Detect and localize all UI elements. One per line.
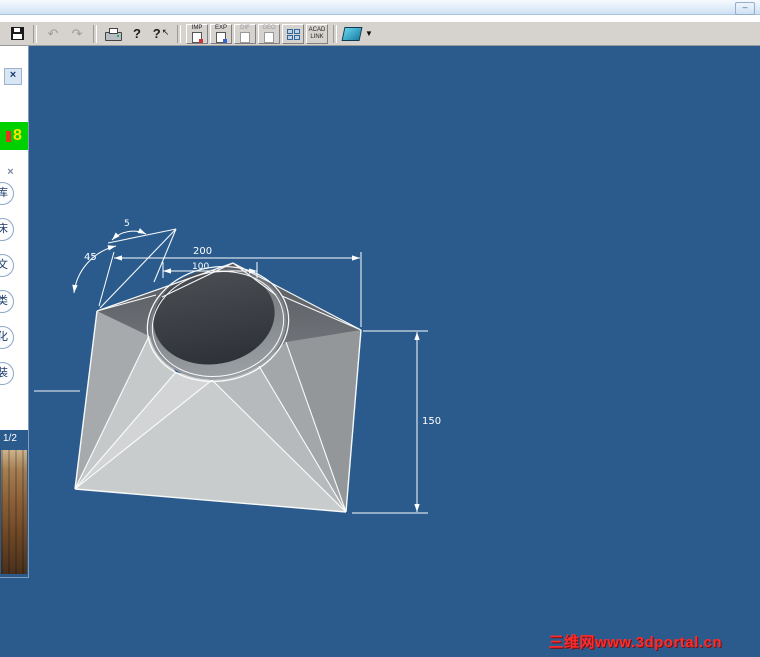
sidebar-item-category-2[interactable]: 床 bbox=[0, 218, 14, 241]
export-button[interactable]: EXP bbox=[210, 23, 232, 44]
dif-button: DIF bbox=[234, 23, 256, 44]
view-style-icon bbox=[341, 26, 363, 41]
page-indicator: 1/2 bbox=[3, 433, 17, 444]
close-icon[interactable]: × bbox=[4, 68, 22, 85]
undo-button: ↶ bbox=[42, 24, 64, 44]
print-button[interactable] bbox=[102, 24, 124, 44]
dim-angle: 45 bbox=[84, 252, 97, 263]
sidebar-item-category-4[interactable]: 类 bbox=[0, 290, 14, 313]
help-button[interactable]: ? bbox=[126, 24, 148, 44]
geo-button: GEO bbox=[258, 23, 280, 44]
acad-link-label2: LINK bbox=[310, 33, 324, 40]
application-window: – ↶ ↷ ? ? ↖ IMP EXP DIF GEO ACAD LINK ▼ … bbox=[0, 0, 760, 657]
panel-close-icon[interactable]: × bbox=[4, 166, 17, 179]
grid-icon bbox=[286, 28, 300, 40]
badge-number: 8 bbox=[13, 127, 22, 144]
dim-top-width: 200 bbox=[193, 246, 212, 257]
import-icon bbox=[192, 31, 203, 43]
toolbar-separator bbox=[33, 24, 37, 43]
cursor-arrow-icon: ↖ bbox=[161, 27, 170, 37]
undo-icon: ↶ bbox=[47, 26, 59, 41]
preview-thumbnail[interactable] bbox=[1, 450, 27, 574]
chevron-down-icon[interactable]: ▼ bbox=[365, 29, 373, 38]
left-sidebar: × 8 × 库 床 文 类 化 装 1/2 bbox=[0, 46, 29, 578]
export-icon bbox=[216, 31, 227, 43]
save-button[interactable] bbox=[6, 24, 28, 44]
geo-icon bbox=[264, 31, 274, 43]
import-label: IMP bbox=[191, 24, 203, 31]
viewport-canvas[interactable]: 200 100 150 45 5 bbox=[0, 0, 760, 657]
sidebar-item-category-3[interactable]: 文 bbox=[0, 254, 14, 277]
preview-panel: 1/2 bbox=[0, 430, 28, 577]
dif-icon bbox=[240, 31, 250, 43]
dim-hole-diameter: 100 bbox=[192, 262, 209, 272]
context-help-icon: ? bbox=[152, 26, 161, 41]
status-badge: 8 bbox=[0, 122, 28, 150]
sidebar-item-category-5[interactable]: 化 bbox=[0, 326, 14, 349]
dim-small-angle: 5 bbox=[124, 219, 130, 229]
view-style-button[interactable]: ▼ bbox=[341, 24, 374, 44]
export-label: EXP bbox=[214, 24, 227, 31]
sidebar-item-category-1[interactable]: 库 bbox=[0, 182, 14, 205]
watermark-text: 三维网www.3dportal.cn bbox=[548, 634, 722, 651]
sidebar-item-category-6[interactable]: 装 bbox=[0, 362, 14, 385]
toolbar-separator bbox=[177, 24, 181, 43]
save-icon bbox=[10, 27, 24, 40]
model-faces bbox=[75, 263, 361, 512]
acad-link-label1: ACAD bbox=[308, 26, 326, 33]
redo-icon: ↷ bbox=[71, 26, 83, 41]
redo-button: ↷ bbox=[66, 24, 88, 44]
geo-label: GEO bbox=[262, 24, 276, 31]
print-icon bbox=[104, 27, 122, 41]
layout-grid-button[interactable] bbox=[282, 23, 304, 44]
toolbar-separator bbox=[93, 24, 97, 43]
help-icon: ? bbox=[133, 26, 141, 41]
dim-height: 150 bbox=[422, 416, 441, 427]
dif-label: DIF bbox=[240, 24, 250, 31]
toolbar-separator bbox=[333, 24, 337, 43]
acad-link-button[interactable]: ACAD LINK bbox=[306, 23, 328, 44]
context-help-button[interactable]: ? ↖ bbox=[150, 24, 172, 44]
import-button[interactable]: IMP bbox=[186, 23, 208, 44]
main-toolbar: ↶ ↷ ? ? ↖ IMP EXP DIF GEO ACAD LINK ▼ bbox=[0, 22, 760, 46]
